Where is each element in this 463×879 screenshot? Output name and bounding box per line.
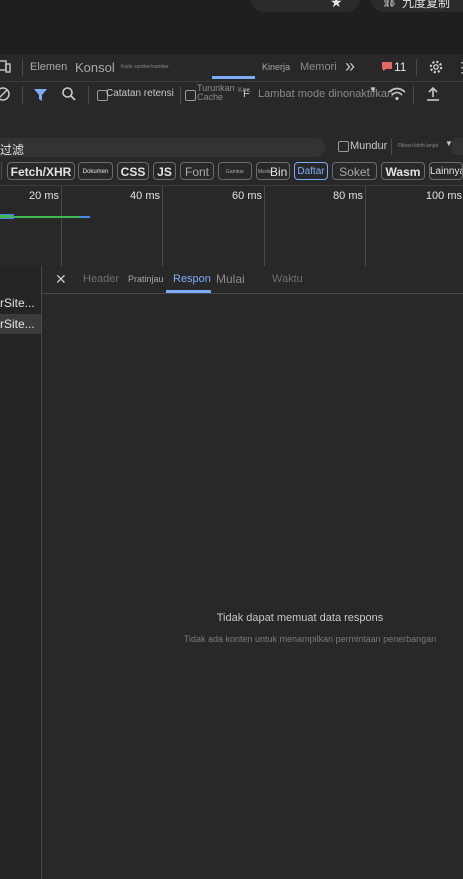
invert-label: Mundur (350, 140, 388, 152)
bookmark-area (250, 0, 360, 12)
close-detail-icon[interactable]: ✕ (55, 266, 67, 293)
search-icon[interactable] (61, 86, 77, 102)
type-chip-manifest-label: Bin (270, 165, 288, 179)
device-toggle-icon[interactable] (0, 60, 12, 74)
type-chip-doc[interactable]: Dokumen (78, 162, 113, 180)
tab-console[interactable]: Konsol (75, 54, 115, 81)
empty-state-subtitle: Tidak ada konten untuk menampilkan permi… (183, 634, 437, 644)
invert-checkbox[interactable] (338, 141, 349, 152)
timeline-bar-green (0, 215, 12, 218)
tab-elements[interactable]: Elemen (30, 54, 67, 81)
type-chip-font[interactable]: Font (180, 162, 214, 180)
filter-input[interactable]: 过滤 (0, 138, 325, 157)
tab-initiator[interactable]: Mulai (216, 266, 245, 293)
type-chip-fetch-xhr[interactable]: Fetch/XHR (7, 162, 75, 180)
tab-headers[interactable]: Header (83, 266, 119, 293)
more-options-kebab-icon[interactable]: ⋮ (455, 54, 463, 81)
tab-timing[interactable]: Waktu (272, 266, 303, 293)
tab-response[interactable]: Respon (173, 266, 211, 293)
timeline-gridline (162, 186, 163, 266)
filter-overflow-button[interactable] (452, 138, 463, 155)
filter-row: 过滤 Mundur Filtrasi lebih lanjut ▼ (0, 136, 463, 158)
bookmark-star-icon[interactable]: ★ (330, 0, 343, 11)
toolbar-divider (88, 86, 89, 104)
settings-gear-icon[interactable] (428, 59, 444, 75)
tab-sources[interactable]: Kode sumber/sumber (121, 54, 169, 81)
timeline-gridline (61, 186, 62, 266)
devtools-tab-bar: Elemen Konsol Kode sumber/sumber Kinerja… (0, 54, 463, 82)
type-chip-ws[interactable]: Soket (332, 162, 377, 180)
timeline-tick-label: 60 ms (232, 190, 262, 202)
timeline-tick-label: 40 ms (130, 190, 160, 202)
toolbar-divider (22, 86, 23, 104)
type-chip-blocked[interactable]: Daftar (294, 162, 328, 180)
chip-divider (1, 162, 2, 180)
timeline-bar-green-line (14, 216, 80, 218)
timeline-bar-blue-tail (80, 216, 90, 218)
request-name: rSite... (0, 296, 35, 310)
filter-input-value: 过滤 (0, 143, 25, 157)
import-har-upload-icon[interactable] (425, 86, 441, 102)
empty-state-title: Tidak dapat memuat data respons (216, 612, 384, 624)
tab-divider (22, 59, 23, 76)
timeline-gridline (264, 186, 265, 266)
extension-label[interactable]: 九度复制 (402, 0, 450, 11)
type-chip-media-manifest[interactable]: Media Bin (256, 162, 290, 180)
request-row-selected[interactable]: rSite... (0, 314, 41, 334)
type-chip-js[interactable]: JS (153, 162, 176, 180)
tab-memory[interactable]: Memori (300, 54, 337, 81)
network-conditions-wifi-icon[interactable] (388, 86, 406, 102)
type-chip-css[interactable]: CSS (117, 162, 149, 180)
active-detail-tab-indicator (166, 290, 211, 293)
timeline-tick-label: 100 ms (425, 190, 462, 202)
timeline-tick-label: 20 ms (29, 190, 59, 202)
toolbar-divider (180, 86, 181, 104)
request-list: rSite... rSite... (0, 266, 42, 879)
active-tab-indicator (212, 76, 255, 79)
throttle-speed-label: Kec. (238, 87, 253, 94)
request-name: rSite... (0, 317, 35, 331)
extension-link-icon[interactable]: ⛓ (382, 0, 397, 8)
toolbar-divider (413, 86, 414, 104)
filter-funnel-icon[interactable] (33, 87, 48, 102)
browser-top-strip: ★ ⛓ 九度复制 (0, 0, 463, 54)
request-row[interactable]: rSite... (0, 293, 41, 313)
tab-performance[interactable]: Kinerja (262, 54, 290, 81)
preserve-log-label: Catatan retensi (106, 88, 174, 99)
timeline-tick-label: 80 ms (333, 190, 363, 202)
request-detail-tabs: ✕ Header Pratinjau Respon Mulai Waktu (42, 266, 463, 294)
network-toolbar: Catatan retensi Turunkan Cache F Kec. La… (0, 82, 463, 108)
timeline-gridline (365, 186, 366, 266)
clear-circle-icon[interactable] (0, 86, 12, 102)
filter-divider (391, 139, 392, 155)
tab-divider (416, 59, 417, 76)
issues-count[interactable]: 11 (394, 54, 406, 81)
type-chip-img[interactable]: Gambar (218, 162, 252, 180)
throttle-dropdown-caret-icon[interactable]: ▼ (369, 85, 377, 94)
type-chip-other[interactable]: Lainnya (429, 162, 463, 180)
issues-flag-icon[interactable] (381, 61, 393, 72)
disable-cache-checkbox[interactable] (185, 90, 196, 101)
tab-preview[interactable]: Pratinjau (128, 266, 164, 293)
timeline-overview[interactable]: 20 ms 40 ms 60 ms 80 ms 100 ms (0, 185, 463, 267)
more-tabs-chevron-icon[interactable]: » (345, 53, 355, 80)
type-chip-wasm[interactable]: Wasm (381, 162, 425, 180)
disable-cache-label-line2: Cache (197, 92, 224, 102)
more-filters-label[interactable]: Filtrasi lebih lanjut (398, 143, 438, 149)
